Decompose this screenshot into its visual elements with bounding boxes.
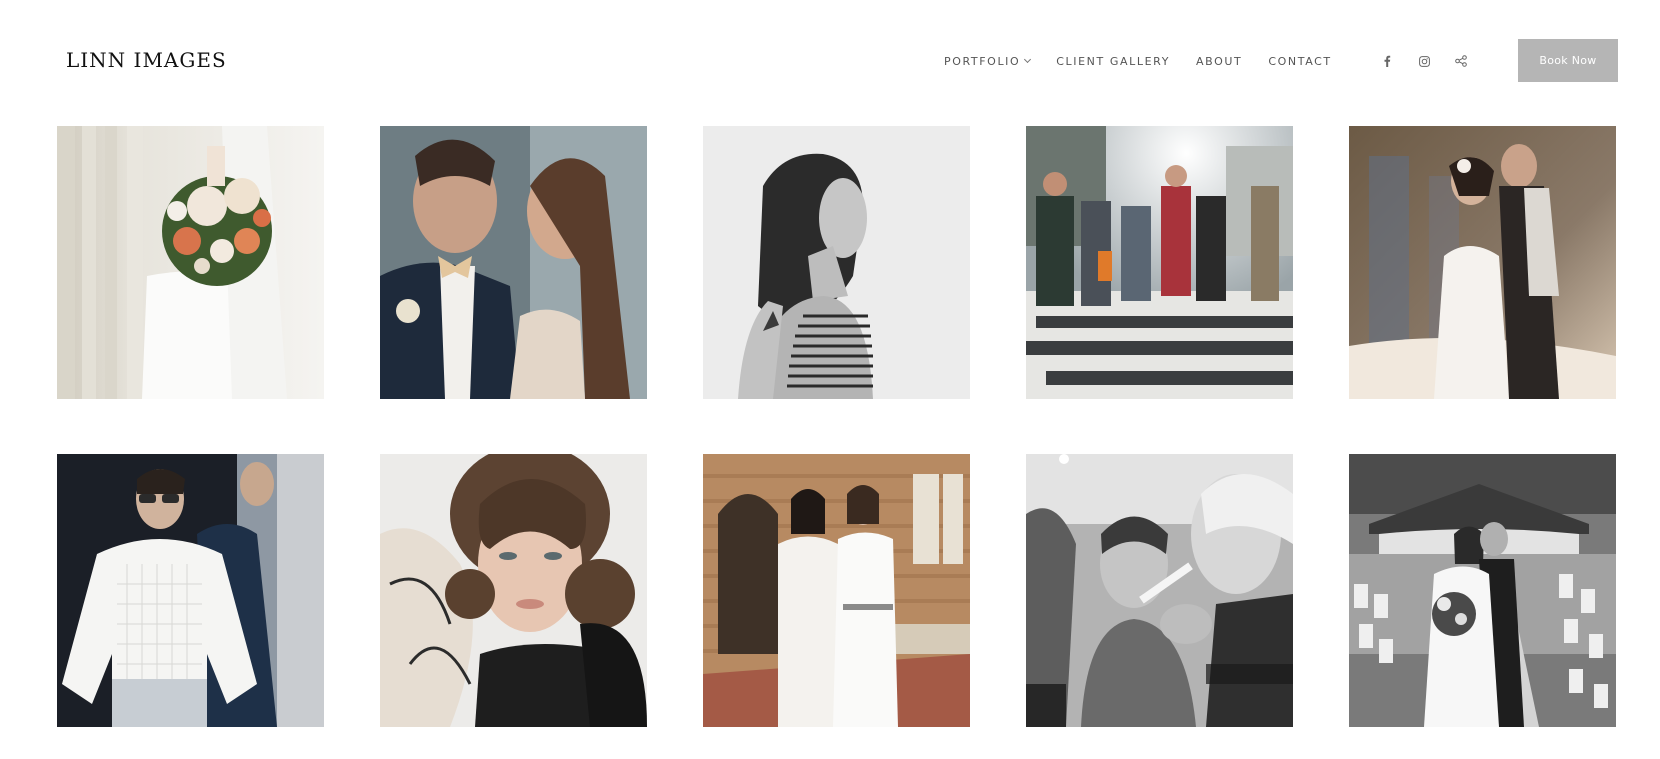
nav-item-client-gallery[interactable]: CLIENT GALLERY: [1056, 55, 1170, 68]
couple-kiss-photo: [380, 126, 647, 399]
couple-sunset-photo: [1349, 126, 1616, 399]
main-nav: PORTFOLIO CLIENT GALLERY ABOUT CONTACT: [944, 52, 1332, 70]
social-links: [1378, 52, 1470, 70]
site-logo[interactable]: LINN IMAGES: [66, 48, 227, 72]
gallery-tile[interactable]: [57, 454, 324, 727]
gallery-tile[interactable]: [380, 126, 647, 399]
gallery-tile[interactable]: [1349, 454, 1616, 727]
makeup-backstage-photo: [1026, 454, 1293, 727]
gallery-tile[interactable]: [380, 454, 647, 727]
profile-portrait-photo: [703, 126, 970, 399]
nav-item-portfolio[interactable]: PORTFOLIO: [944, 54, 1032, 68]
nav-item-about[interactable]: ABOUT: [1196, 55, 1242, 68]
gallery-tile[interactable]: [1349, 126, 1616, 399]
gallery-tile[interactable]: [57, 126, 324, 399]
nav-item-label: ABOUT: [1196, 54, 1243, 68]
nav-item-label: CONTACT: [1268, 54, 1332, 68]
nav-item-label: PORTFOLIO: [944, 54, 1021, 68]
nav-item-contact[interactable]: CONTACT: [1268, 55, 1331, 68]
chevron-down-icon: [1024, 55, 1032, 63]
curly-hair-portrait-photo: [380, 454, 647, 727]
site-header: LINN IMAGES PORTFOLIO CLIENT GALLERY ABO…: [0, 0, 1660, 122]
runway-model-photo: [57, 454, 324, 727]
instagram-icon[interactable]: [1415, 52, 1433, 70]
nav-item-label: CLIENT GALLERY: [1056, 54, 1171, 68]
facebook-icon[interactable]: [1378, 52, 1396, 70]
city-street-photo: [1026, 126, 1293, 399]
two-models-arcade-photo: [703, 454, 970, 727]
share-icon[interactable]: [1452, 52, 1470, 70]
gallery-tile[interactable]: [703, 126, 970, 399]
bouquet-photo: [57, 126, 324, 399]
book-now-button[interactable]: Book Now: [1518, 39, 1618, 82]
gallery-tile[interactable]: [1026, 126, 1293, 399]
wedding-ceremony-photo: [1349, 454, 1616, 727]
gallery-tile[interactable]: [703, 454, 970, 727]
gallery-tile[interactable]: [1026, 454, 1293, 727]
